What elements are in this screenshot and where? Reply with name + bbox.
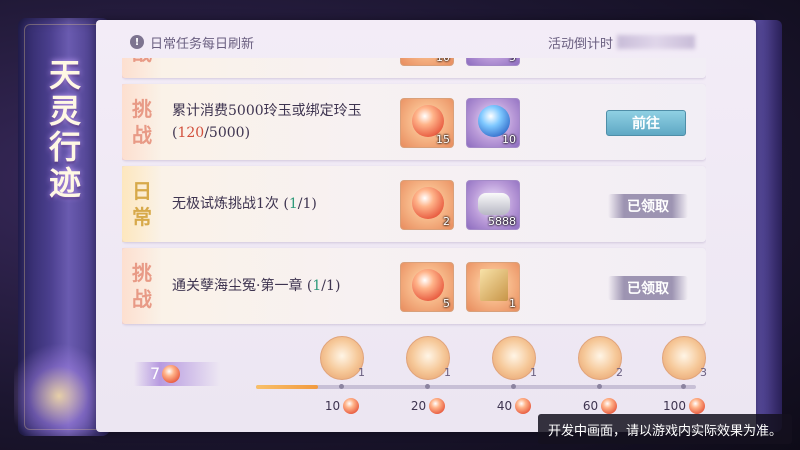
reward-slot[interactable]: 15 [400, 98, 454, 148]
points-display: 7 [150, 364, 181, 383]
task-tag-challenge: 挑战 [122, 248, 162, 324]
warning-icon: ! [130, 35, 144, 49]
peach-fruit-icon [162, 364, 181, 383]
milestone-dot [425, 384, 430, 389]
milestone-threshold: 60 [582, 399, 599, 413]
chest-count: 1 [444, 366, 451, 379]
milestone: 1 40 [484, 336, 544, 414]
silver-ingot-icon [478, 193, 510, 215]
milestone-dot [597, 384, 602, 389]
progress-fill [256, 385, 318, 389]
milestone-dot [339, 384, 344, 389]
milestone: 2 60 [570, 336, 630, 414]
task-tag-challenge: 挑战 [122, 84, 162, 160]
peach-fruit-icon [343, 398, 360, 414]
countdown-label: 活动倒计时 [547, 36, 613, 52]
task-row: 挑战 通关孽海尘冤·第一章 (1/1) 5 1 已领取 [122, 248, 706, 324]
peach-fruit-icon [515, 398, 532, 414]
go-button[interactable]: 前往 [606, 110, 686, 136]
glow-decoration [14, 336, 104, 436]
milestone: 1 10 [312, 336, 372, 414]
task-description: 通关孽海尘冤·第一章 (1/1) [172, 278, 341, 294]
progress-current: 1 [288, 196, 298, 212]
reward-count: 5 [509, 58, 516, 64]
task-description: 累计消费5000玲玉或绑定玲玉 (120/5000) [172, 103, 362, 141]
peach-fruit-icon [688, 398, 705, 414]
chest-count: 2 [616, 366, 623, 379]
reward-count: 1 [509, 297, 516, 310]
chest-count: 1 [358, 366, 365, 379]
milestone-threshold: 40 [496, 399, 513, 413]
task-row: 挑战 累计消费5000玲玉或绑定玲玉 (120/5000) 15 10 前往 [122, 84, 706, 160]
event-panel: 天灵行迹 ! 日常任务每日刷新 活动倒计时 挑战 10 5 [0, 0, 800, 450]
progress-current: 120 [177, 125, 205, 141]
task-tag-daily: 日常 [122, 166, 162, 242]
milestone-threshold: 20 [410, 399, 427, 413]
task-row: 日常 无极试炼挑战1次 (1/1) 2 5888 已领取 [122, 166, 706, 242]
countdown-value-blurred [617, 35, 695, 49]
reward-count: 10 [436, 58, 450, 64]
progress-total: 1 [302, 196, 312, 212]
progress-total: 5000 [208, 125, 245, 141]
notice-bar: ! 日常任务每日刷新 活动倒计时 [120, 30, 705, 54]
reward-count: 2 [443, 215, 450, 228]
reward-count: 5888 [488, 215, 516, 228]
progress-total: 1 [326, 278, 335, 294]
points-value: 7 [150, 364, 161, 383]
reward-count: 5 [443, 297, 450, 310]
milestone-dot [511, 384, 516, 389]
refresh-notice: 日常任务每日刷新 [150, 36, 255, 52]
milestone-threshold: 10 [324, 399, 341, 413]
peach-fruit-icon [601, 398, 618, 414]
reward-slot[interactable]: 5 [400, 262, 454, 312]
progress-current: 1 [312, 278, 322, 294]
milestone-threshold: 100 [663, 399, 686, 413]
claimed-button: 已领取 [608, 276, 688, 300]
dev-disclaimer: 开发中画面，请以游戏内实际效果为准。 [537, 414, 792, 444]
task-list[interactable]: 挑战 10 5 挑战 累计消费5000玲玉或绑定玲玉 (120/5000) [122, 58, 706, 330]
milestone-dot [681, 384, 686, 389]
task-tag: 挑战 [122, 58, 162, 78]
milestone: 3 100 [654, 336, 714, 414]
milestone: 1 20 [398, 336, 458, 414]
claimed-button: 已领取 [608, 194, 688, 218]
chest-count: 1 [530, 366, 537, 379]
peach-fruit-icon [412, 269, 444, 301]
banner-title: 天灵行迹 [44, 58, 82, 202]
reward-slot[interactable]: 10 [466, 98, 520, 148]
golden-scroll-icon [480, 269, 508, 301]
reward-slot[interactable]: 2 [400, 180, 454, 230]
peach-fruit-icon [429, 398, 446, 414]
countdown: 活动倒计时 [548, 33, 695, 52]
reward-count: 10 [502, 133, 516, 146]
task-row-partial: 挑战 10 5 [122, 58, 706, 78]
reward-count: 15 [436, 133, 450, 146]
reward-slot[interactable]: 5888 [466, 180, 520, 230]
reward-slot[interactable]: 1 [466, 262, 520, 312]
reward-slot[interactable]: 10 [400, 58, 454, 66]
chest-count: 3 [700, 366, 707, 379]
reward-slot[interactable]: 5 [466, 58, 520, 66]
task-description: 无极试炼挑战1次 (1/1) [172, 196, 317, 212]
peach-fruit-icon [412, 187, 444, 219]
